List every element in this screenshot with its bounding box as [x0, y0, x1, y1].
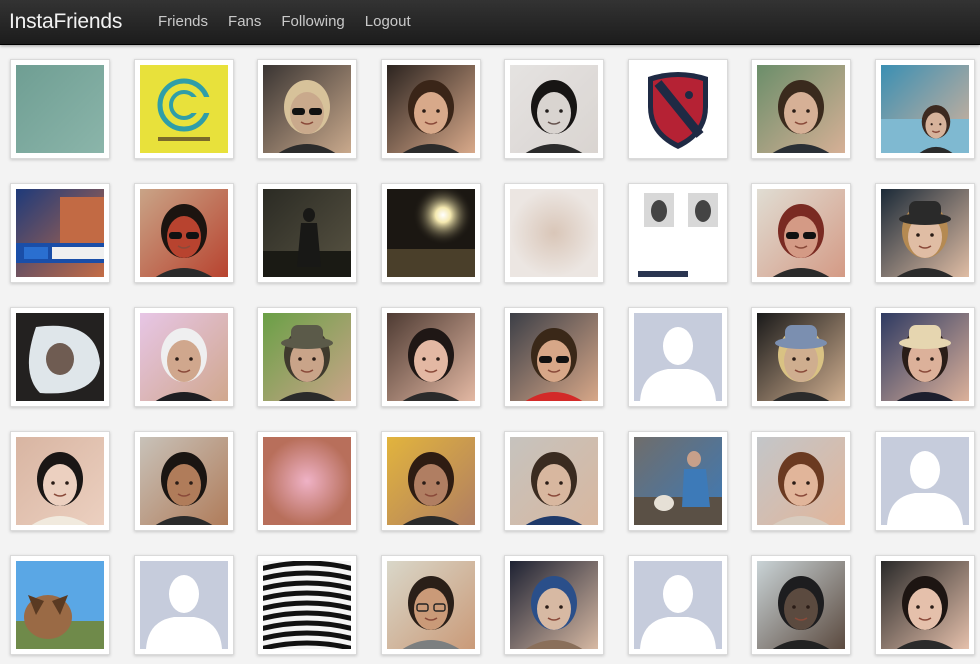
- avatar-tile[interactable]: [874, 431, 975, 531]
- avatar-photo: [386, 189, 475, 277]
- avatar-photo: [880, 189, 969, 277]
- avatar-photo: [263, 561, 351, 649]
- avatar-tile[interactable]: [751, 555, 851, 655]
- avatar-photo: [510, 65, 598, 153]
- avatar-photo: [757, 437, 845, 525]
- avatar-tile[interactable]: [380, 183, 481, 283]
- avatar-tile[interactable]: [380, 59, 481, 159]
- avatar-tile[interactable]: [627, 431, 728, 531]
- avatar-tile[interactable]: [10, 59, 110, 159]
- main-nav: Friends Fans Following Logout: [148, 0, 421, 44]
- avatar-tile[interactable]: [133, 431, 234, 531]
- avatar-photo: [263, 189, 351, 277]
- avatar-tile[interactable]: [751, 183, 851, 283]
- avatar-photo: [880, 561, 969, 649]
- top-navbar: InstaFriends Friends Fans Following Logo…: [0, 0, 980, 45]
- avatar-photo: [386, 437, 475, 525]
- avatar-photo: [16, 313, 104, 401]
- nav-fans[interactable]: Fans: [218, 0, 271, 44]
- avatar-photo: [263, 313, 351, 401]
- nav-logout[interactable]: Logout: [355, 0, 421, 44]
- avatar-tile[interactable]: [257, 307, 357, 407]
- avatar-tile[interactable]: [10, 307, 110, 407]
- avatar-photo: [139, 189, 228, 277]
- default-avatar-icon: [880, 437, 969, 525]
- nav-following[interactable]: Following: [271, 0, 354, 44]
- avatar-photo: [16, 437, 104, 525]
- avatar-tile[interactable]: [380, 431, 481, 531]
- avatar-tile[interactable]: [380, 555, 481, 655]
- avatar-photo: [757, 561, 845, 649]
- avatar-photo: [510, 561, 598, 649]
- avatar-tile[interactable]: [504, 431, 604, 531]
- avatar-tile[interactable]: [874, 183, 975, 283]
- avatar-tile[interactable]: [257, 555, 357, 655]
- avatar-photo: [16, 65, 104, 153]
- avatar-photo: [16, 561, 104, 649]
- avatar-tile[interactable]: [874, 307, 975, 407]
- avatar-tile[interactable]: [10, 431, 110, 531]
- avatar-photo: [757, 65, 845, 153]
- nav-friends[interactable]: Friends: [148, 0, 218, 44]
- avatar-tile[interactable]: [504, 183, 604, 283]
- avatar-tile[interactable]: [133, 307, 234, 407]
- avatar-photo: [16, 189, 104, 277]
- avatar-tile[interactable]: [627, 555, 728, 655]
- avatar-tile[interactable]: [257, 183, 357, 283]
- avatar-tile[interactable]: [751, 307, 851, 407]
- avatar-photo: [757, 189, 845, 277]
- avatar-photo: [386, 313, 475, 401]
- avatar-tile[interactable]: [133, 555, 234, 655]
- avatar-photo: [139, 313, 228, 401]
- avatar-photo: [386, 561, 475, 649]
- avatar-photo: [633, 437, 722, 525]
- avatar-tile[interactable]: [627, 307, 728, 407]
- avatar-photo: [633, 65, 722, 153]
- avatar-photo: [139, 65, 228, 153]
- default-avatar-icon: [633, 561, 722, 649]
- brand-logo[interactable]: InstaFriends: [9, 9, 122, 35]
- avatar-tile[interactable]: [874, 555, 975, 655]
- avatar-photo: [633, 189, 722, 277]
- avatar-tile[interactable]: [133, 59, 234, 159]
- avatar-photo: [510, 437, 598, 525]
- avatar-tile[interactable]: [751, 59, 851, 159]
- default-avatar-icon: [633, 313, 722, 401]
- avatar-photo: [510, 189, 598, 277]
- avatar-photo: [263, 437, 351, 525]
- avatar-tile[interactable]: [504, 59, 604, 159]
- avatar-tile[interactable]: [874, 59, 975, 159]
- avatar-photo: [510, 313, 598, 401]
- avatar-tile[interactable]: [133, 183, 234, 283]
- avatar-photo: [880, 65, 969, 153]
- avatar-photo: [263, 65, 351, 153]
- avatar-photo: [386, 65, 475, 153]
- avatar-tile[interactable]: [10, 555, 110, 655]
- avatar-photo: [880, 313, 969, 401]
- avatar-tile[interactable]: [504, 307, 604, 407]
- avatar-tile[interactable]: [751, 431, 851, 531]
- avatar-grid: [10, 59, 980, 655]
- avatar-photo: [757, 313, 845, 401]
- avatar-tile[interactable]: [627, 59, 728, 159]
- avatar-tile[interactable]: [380, 307, 481, 407]
- avatar-photo: [139, 437, 228, 525]
- default-avatar-icon: [139, 561, 228, 649]
- avatar-tile[interactable]: [257, 431, 357, 531]
- avatar-tile[interactable]: [504, 555, 604, 655]
- avatar-tile[interactable]: [627, 183, 728, 283]
- avatar-tile[interactable]: [10, 183, 110, 283]
- avatar-tile[interactable]: [257, 59, 357, 159]
